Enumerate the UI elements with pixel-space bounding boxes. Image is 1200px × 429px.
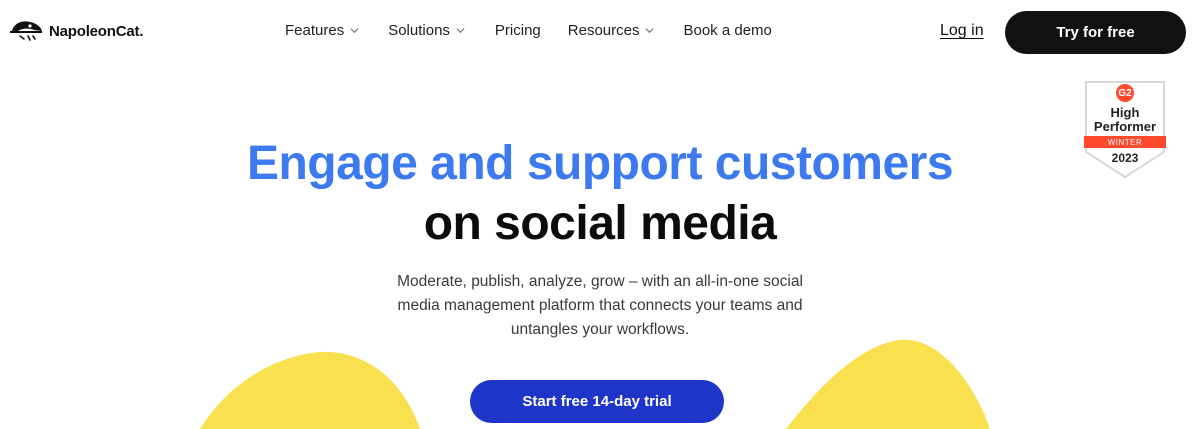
hero-subtitle-line3: untangles your workflows. bbox=[510, 321, 690, 338]
hero-title-line1: Engage and support customers bbox=[246, 137, 954, 190]
login-link[interactable]: Log in bbox=[940, 22, 984, 40]
g2-logo-icon: G2 bbox=[1116, 84, 1134, 102]
chevron-down-icon bbox=[350, 28, 359, 34]
hero-title-line2: on social media bbox=[423, 197, 777, 250]
hero-subtitle: Moderate, publish, analyze, grow – with … bbox=[360, 270, 840, 342]
nav-item-label: Features bbox=[285, 22, 345, 39]
chevron-down-icon bbox=[645, 28, 654, 34]
nav-item-label: Resources bbox=[567, 22, 640, 39]
nav-item-features[interactable]: Features bbox=[285, 22, 359, 39]
nav-item-solutions[interactable]: Solutions bbox=[388, 22, 465, 39]
nav-item-label: Book a demo bbox=[683, 22, 772, 39]
hero-subtitle-line1: Moderate, publish, analyze, grow – with … bbox=[397, 273, 803, 290]
nav-item-pricing[interactable]: Pricing bbox=[495, 22, 541, 39]
try-for-free-button[interactable]: Try for free bbox=[1005, 11, 1186, 54]
nav-item-label: Pricing bbox=[494, 22, 541, 39]
start-trial-button[interactable]: Start free 14-day trial bbox=[470, 380, 724, 423]
site-header: NapoleonCat. Features Solutions Pricing … bbox=[0, 0, 1200, 64]
chevron-down-icon bbox=[456, 28, 465, 34]
hero-subtitle-line2: media management platform that connects … bbox=[397, 297, 803, 314]
nav-item-label: Solutions bbox=[388, 22, 450, 39]
badge-title-line2: Performer bbox=[1093, 119, 1157, 134]
badge-title-line1: High bbox=[1110, 105, 1140, 120]
nav-item-resources[interactable]: Resources bbox=[568, 22, 655, 39]
main-nav: Features Solutions Pricing Resources Boo… bbox=[285, 22, 772, 39]
nav-item-book-demo[interactable]: Book a demo bbox=[683, 22, 771, 39]
brand-name: NapoleonCat. bbox=[49, 22, 144, 40]
brand-logo[interactable]: NapoleonCat. bbox=[8, 18, 143, 44]
napoleoncat-logo-icon bbox=[10, 21, 42, 41]
